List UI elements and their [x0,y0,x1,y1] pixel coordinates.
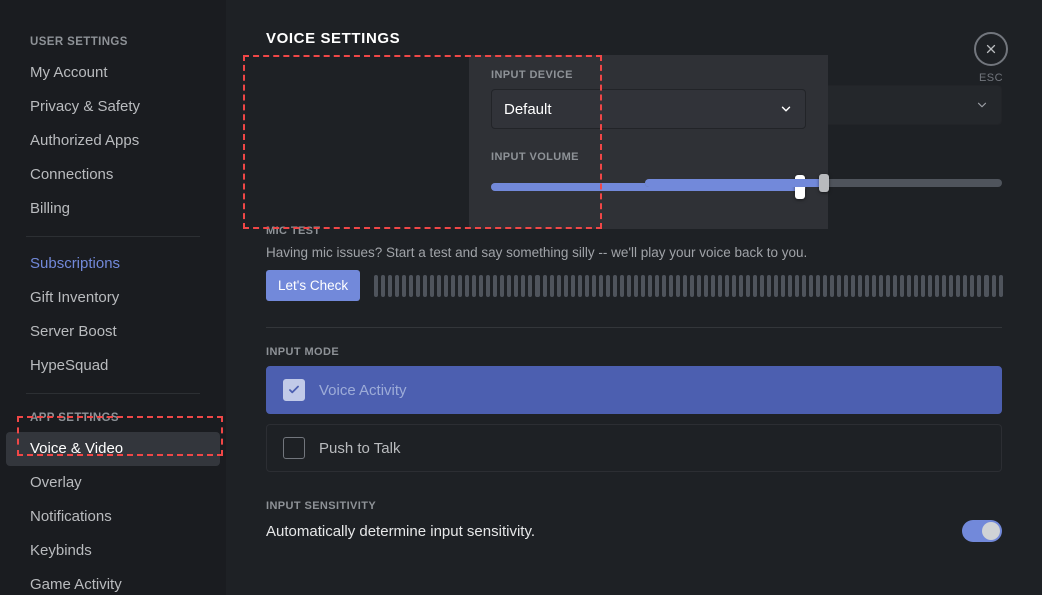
sidebar-item-keybinds[interactable]: Keybinds [6,534,220,568]
mode-push-to-talk-label: Push to Talk [319,440,400,457]
close-icon [984,42,998,56]
input-mode-push-to-talk[interactable]: Push to Talk [266,424,1002,472]
input-mode-voice-activity[interactable]: Voice Activity [266,366,1002,414]
checkbox-unchecked-icon [283,437,305,459]
close-button[interactable] [974,32,1008,66]
toggle-knob [982,522,1000,540]
input-sensitivity-label: INPUT SENSITIVITY [266,500,1002,512]
sidebar-item-billing[interactable]: Billing [6,192,220,226]
sidebar-item-overlay[interactable]: Overlay [6,466,220,500]
input-volume-label: INPUT VOLUME [491,151,806,163]
checkbox-checked-icon [283,379,305,401]
auto-sensitivity-text: Automatically determine input sensitivit… [266,523,535,540]
sidebar-item-game-activity[interactable]: Game Activity [6,568,220,595]
mic-level-meter [374,275,1002,297]
sidebar-item-notifications[interactable]: Notifications [6,500,220,534]
sidebar-item-my-account[interactable]: My Account [6,56,220,90]
sidebar-item-authorized-apps[interactable]: Authorized Apps [6,124,220,158]
chevron-down-icon [975,98,989,112]
sidebar-item-subscriptions[interactable]: Subscriptions [6,247,220,281]
output-volume-slider[interactable] [645,179,1002,187]
mic-test-button[interactable]: Let's Check [266,270,360,301]
content-divider [266,327,1002,328]
section-header-app-settings: APP SETTINGS [6,404,220,432]
page-title: VOICE SETTINGS [266,30,1002,47]
settings-sidebar: USER SETTINGS My Account Privacy & Safet… [0,0,226,595]
sidebar-item-server-boost[interactable]: Server Boost [6,315,220,349]
sidebar-item-hypesquad[interactable]: HypeSquad [6,349,220,383]
esc-label: ESC [974,72,1008,84]
sidebar-divider [26,236,200,237]
sidebar-item-privacy-safety[interactable]: Privacy & Safety [6,90,220,124]
mic-test-description: Having mic issues? Start a test and say … [266,245,1002,260]
auto-sensitivity-toggle[interactable] [962,520,1002,542]
input-device-select[interactable]: Default [491,89,806,129]
input-device-label: INPUT DEVICE [491,69,806,81]
close-settings: ESC [974,32,1008,84]
input-device-value: Default [504,101,552,118]
slider-thumb[interactable] [819,174,829,192]
input-mode-label: INPUT MODE [266,346,1002,358]
sidebar-divider [26,393,200,394]
chevron-down-icon [779,102,793,116]
section-header-user-settings: USER SETTINGS [6,28,220,56]
input-device-panel: INPUT DEVICE Default INPUT VOLUME [469,55,828,229]
sidebar-item-gift-inventory[interactable]: Gift Inventory [6,281,220,315]
sidebar-item-voice-video[interactable]: Voice & Video [6,432,220,466]
sidebar-item-connections[interactable]: Connections [6,158,220,192]
mode-voice-activity-label: Voice Activity [319,382,407,399]
settings-content: ESC VOICE SETTINGS INPUT DEVICE Default … [226,0,1042,595]
